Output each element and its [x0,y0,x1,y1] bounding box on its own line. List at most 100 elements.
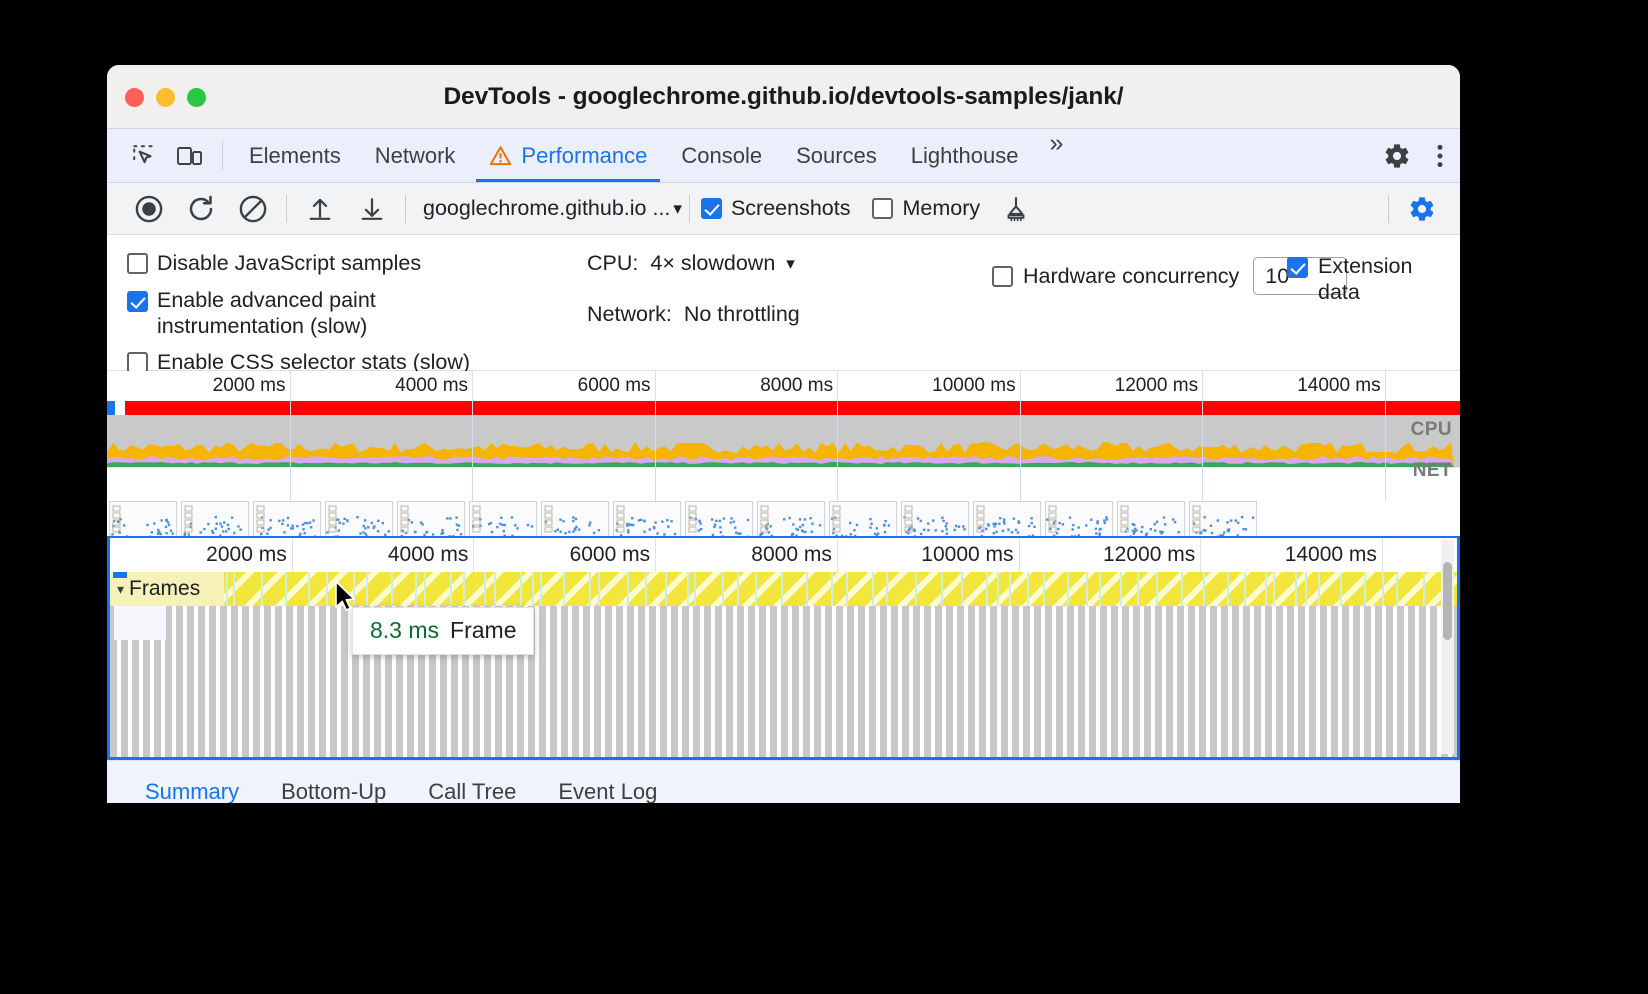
close-window-button[interactable] [125,88,144,107]
frame-boundary[interactable] [645,572,647,606]
frame-boundary[interactable] [285,572,287,606]
frame-boundary[interactable] [627,572,629,606]
frames-track[interactable]: ▾ Frames [110,572,1457,606]
frame-boundary[interactable] [961,572,963,606]
frame-boundary[interactable] [1244,572,1246,606]
hardware-concurrency-box[interactable] [992,266,1013,287]
capture-settings-gear-icon[interactable] [1396,183,1448,235]
collect-garbage-icon[interactable] [990,183,1042,235]
frame-boundary[interactable] [1043,572,1045,606]
flame-chart-panel[interactable]: 2000 ms4000 ms6000 ms8000 ms10000 ms1200… [107,536,1460,760]
frame-boundary[interactable] [391,572,393,606]
frame-boundary[interactable] [415,572,417,606]
frame-boundary[interactable] [941,572,943,606]
kebab-menu-icon[interactable] [1420,143,1460,169]
frame-boundary[interactable] [915,572,917,606]
frame-boundary[interactable] [687,572,689,606]
frame-boundary[interactable] [986,572,988,606]
load-profile-icon[interactable] [294,183,346,235]
frame-boundary[interactable] [781,572,783,606]
frame-boundary[interactable] [424,572,426,606]
tab-console[interactable]: Console [664,129,779,182]
frame-boundary[interactable] [1305,572,1307,606]
origin-selector[interactable]: googlechrome.github.io ... ▾ [423,196,682,221]
frame-boundary[interactable] [997,572,999,606]
tab-bottom-up[interactable]: Bottom-Up [265,761,402,804]
frame-boundary[interactable] [484,572,486,606]
frame-boundary[interactable] [233,572,235,606]
frames-track-header[interactable]: ▾ Frames [110,572,224,606]
frame-boundary[interactable] [737,572,739,606]
frame-boundary[interactable] [1137,572,1139,606]
frame-boundary[interactable] [450,572,452,606]
tab-network[interactable]: Network [358,129,473,182]
zoom-window-button[interactable] [187,88,206,107]
timeline-overview[interactable]: 2000 ms4000 ms6000 ms8000 ms10000 ms1200… [107,371,1460,536]
frame-boundary[interactable] [494,572,496,606]
advanced-paint-checkbox[interactable]: Enable advanced paint instrumentation (s… [127,287,470,339]
frame-boundary[interactable] [226,572,228,606]
tab-call-tree[interactable]: Call Tree [412,761,532,804]
frame-boundary[interactable] [1027,572,1029,606]
frame-boundary[interactable] [1364,572,1366,606]
frame-boundary[interactable] [1423,572,1425,606]
frame-boundary[interactable] [1156,572,1158,606]
extension-data-checkbox[interactable]: Extension data [1287,253,1412,305]
frame-boundary[interactable] [1396,572,1398,606]
frame-boundary[interactable] [806,572,808,606]
frame-boundary[interactable] [1265,572,1267,606]
tab-elements[interactable]: Elements [232,129,358,182]
frame-boundary[interactable] [694,572,696,606]
more-tabs-icon[interactable]: » [1035,129,1074,182]
gear-icon[interactable] [1374,142,1420,170]
frame-boundary[interactable] [326,572,328,606]
tab-summary[interactable]: Summary [129,761,255,804]
inspect-element-icon[interactable] [121,129,167,182]
device-toolbar-icon[interactable] [167,129,213,182]
frame-boundary[interactable] [540,572,542,606]
frame-boundary[interactable] [563,572,565,606]
disable-js-samples-checkbox[interactable]: Disable JavaScript samples [127,251,470,276]
minimize-window-button[interactable] [156,88,175,107]
frame-boundary[interactable] [1295,572,1297,606]
frame-boundary[interactable] [1382,572,1384,606]
save-profile-icon[interactable] [346,183,398,235]
frame-boundary[interactable] [1318,572,1320,606]
screenshots-checkbox[interactable]: Screenshots [701,196,851,221]
tab-performance[interactable]: Performance [472,129,664,182]
frame-boundary[interactable] [463,572,465,606]
scrollbar-thumb[interactable] [1443,562,1452,640]
frame-boundary[interactable] [755,572,757,606]
frame-boundary[interactable] [1181,572,1183,606]
frame-boundary[interactable] [1099,572,1101,606]
frame-boundary[interactable] [589,572,591,606]
tab-sources[interactable]: Sources [779,129,894,182]
main-stack-area[interactable] [110,606,1457,758]
reload-and-record-icon[interactable] [175,183,227,235]
frame-boundary[interactable] [846,572,848,606]
frame-boundary[interactable] [665,572,667,606]
record-icon[interactable] [123,183,175,235]
frame-boundary[interactable] [532,572,534,606]
frame-boundary[interactable] [1273,572,1275,606]
frame-boundary[interactable] [1086,572,1088,606]
frame-boundary[interactable] [520,572,522,606]
clear-icon[interactable] [227,183,279,235]
frame-boundary[interactable] [261,572,263,606]
frame-boundary[interactable] [831,572,833,606]
frame-boundary[interactable] [1227,572,1229,606]
flame-chart-scrollbar[interactable] [1441,540,1454,754]
frame-boundary[interactable] [1340,572,1342,606]
tab-event-log[interactable]: Event Log [542,761,673,804]
frame-boundary[interactable] [722,572,724,606]
cpu-throttling-select[interactable]: 4× slowdown ▾ [650,251,794,276]
frame-boundary[interactable] [886,572,888,606]
frame-boundary[interactable] [366,572,368,606]
frame-boundary[interactable] [1203,572,1205,606]
frame-boundary[interactable] [598,572,600,606]
frame-boundary[interactable] [1067,572,1069,606]
network-throttling-value[interactable]: No throttling [684,302,800,327]
frame-boundary[interactable] [308,572,310,606]
frame-boundary[interactable] [872,572,874,606]
memory-checkbox[interactable]: Memory [872,196,980,221]
